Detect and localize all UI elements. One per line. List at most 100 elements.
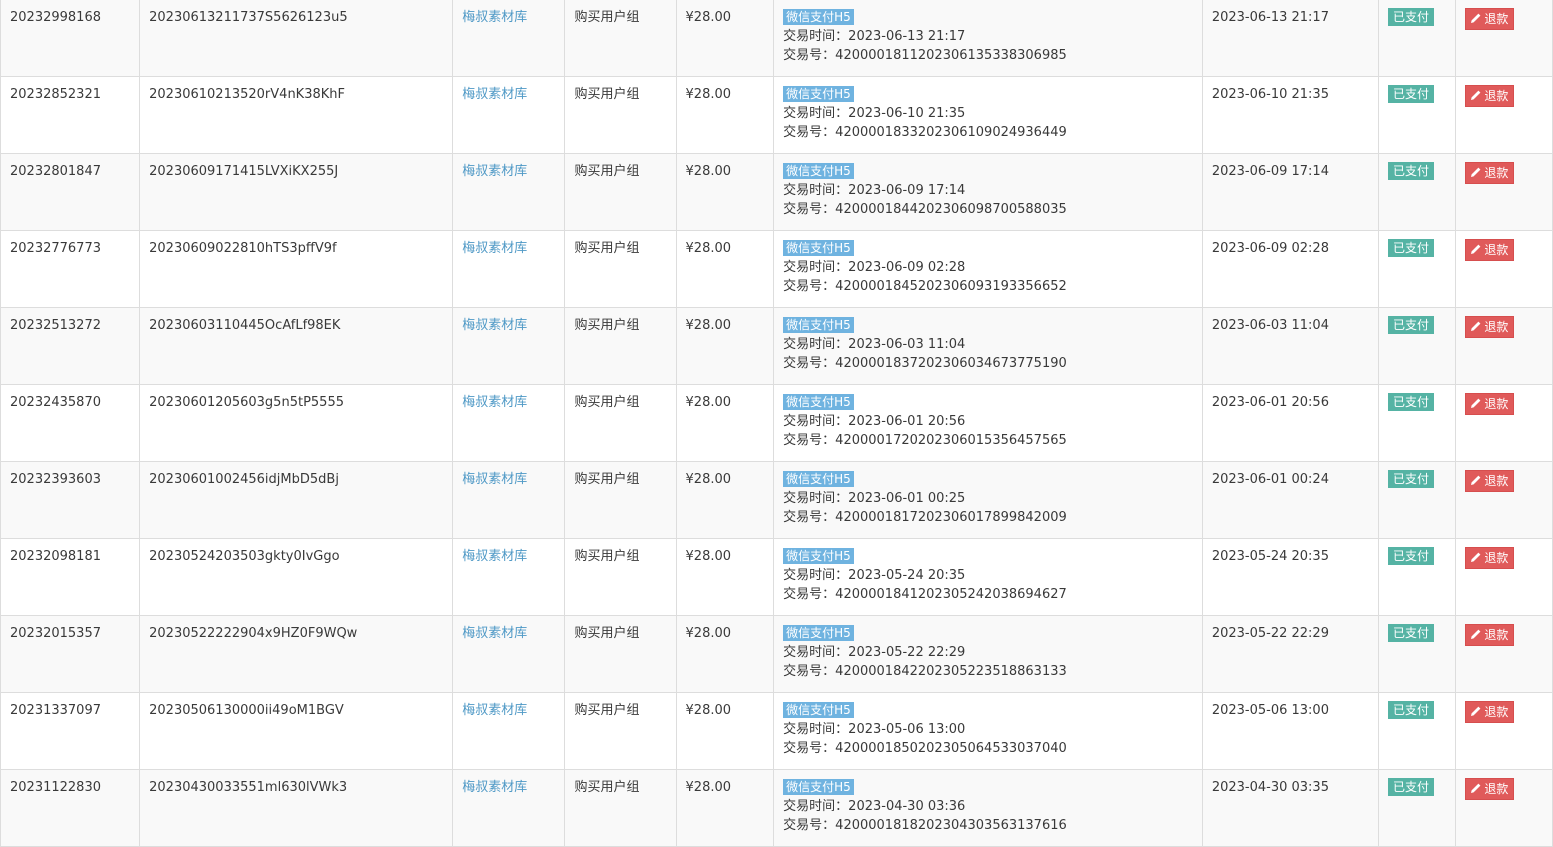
- payment-time-label: 交易时间：: [783, 183, 849, 198]
- order-id-text: 20231122830: [10, 780, 101, 795]
- site-link[interactable]: 梅叔素材库: [462, 703, 527, 718]
- refund-button[interactable]: 退款: [1465, 393, 1515, 415]
- refund-label: 退款: [1484, 551, 1509, 565]
- payment-time-value: 2023-04-30 03:36: [848, 799, 966, 814]
- payment-trade-line: 交易号：4200001842202305223518863133: [783, 662, 1193, 681]
- site-link[interactable]: 梅叔素材库: [462, 164, 527, 179]
- order-id-text: 20232513272: [10, 318, 101, 333]
- payment-trade-label: 交易号：: [783, 279, 836, 294]
- status-cell: 已支付: [1377, 384, 1457, 462]
- payment-trade-label: 交易号：: [783, 510, 836, 525]
- site-link[interactable]: 梅叔素材库: [462, 780, 527, 795]
- payment-time-label: 交易时间：: [783, 799, 849, 814]
- refund-button[interactable]: 退款: [1465, 470, 1515, 492]
- order-number: 20230609022810hTS3pffV9f: [139, 230, 454, 308]
- refund-button[interactable]: 退款: [1465, 547, 1515, 569]
- payment-info: 微信支付H5 交易时间：2023-05-24 20:35 交易号：4200001…: [773, 538, 1203, 616]
- refund-label: 退款: [1484, 782, 1509, 796]
- payment-trade-line: 交易号：4200001833202306109024936449: [783, 123, 1193, 142]
- refund-button[interactable]: 退款: [1465, 85, 1515, 107]
- payment-time-line: 交易时间：2023-05-24 20:35: [783, 566, 1193, 585]
- payment-trade-value: 4200001844202306098700588035: [835, 202, 1067, 217]
- orders-table: 20232998168 20230613211737S5626123u5 梅叔素…: [0, 0, 1553, 847]
- site-cell: 梅叔素材库: [452, 230, 566, 308]
- payment-trade-line: 交易号：4200001720202306015356457565: [783, 431, 1193, 450]
- payment-trade-line: 交易号：4200001841202305242038694627: [783, 585, 1193, 604]
- site-link[interactable]: 梅叔素材库: [462, 87, 527, 102]
- payment-time-value: 2023-06-09 17:14: [848, 183, 966, 198]
- order-date-text: 2023-05-24 20:35: [1211, 549, 1329, 564]
- order-type-text: 购买用户组: [574, 549, 640, 564]
- order-id-text: 20232098181: [10, 549, 101, 564]
- status-cell: 已支付: [1377, 692, 1457, 770]
- payment-time-value: 2023-06-09 02:28: [848, 260, 966, 275]
- order-number-text: 20230430033551ml630lVWk3: [149, 780, 348, 795]
- payment-time-line: 交易时间：2023-06-01 00:25: [783, 489, 1193, 508]
- site-cell: 梅叔素材库: [452, 692, 566, 770]
- order-id: 20232998168: [0, 0, 141, 77]
- refund-button[interactable]: 退款: [1465, 316, 1515, 338]
- payment-info: 微信支付H5 交易时间：2023-06-13 21:17 交易号：4200001…: [773, 0, 1203, 77]
- order-type-text: 购买用户组: [574, 780, 640, 795]
- order-id: 20231122830: [0, 769, 141, 847]
- payment-time-value: 2023-06-01 00:25: [848, 491, 966, 506]
- payment-trade-value: 4200001720202306015356457565: [835, 433, 1067, 448]
- refund-label: 退款: [1484, 474, 1509, 488]
- site-link[interactable]: 梅叔素材库: [462, 241, 527, 256]
- table-row: 20232435870 20230601205603g5n5tP5555 梅叔素…: [0, 384, 1553, 462]
- order-number: 20230613211737S5626123u5: [139, 0, 454, 77]
- order-date: 2023-06-01 20:56: [1201, 384, 1380, 462]
- payment-info: 微信支付H5 交易时间：2023-06-09 02:28 交易号：4200001…: [773, 230, 1203, 308]
- order-amount: ¥28.00: [675, 0, 775, 77]
- site-link[interactable]: 梅叔素材库: [462, 626, 527, 641]
- payment-trade-line: 交易号：4200001850202305064533037040: [783, 739, 1193, 758]
- status-badge: 已支付: [1388, 316, 1435, 334]
- order-type: 购买用户组: [564, 538, 677, 616]
- site-link[interactable]: 梅叔素材库: [462, 472, 527, 487]
- site-link[interactable]: 梅叔素材库: [462, 395, 527, 410]
- order-id-text: 20232015357: [10, 626, 101, 641]
- payment-trade-label: 交易号：: [783, 664, 836, 679]
- order-id: 20232098181: [0, 538, 141, 616]
- status-cell: 已支付: [1377, 461, 1457, 539]
- payment-info: 微信支付H5 交易时间：2023-06-03 11:04 交易号：4200001…: [773, 307, 1203, 385]
- payment-time-line: 交易时间：2023-06-09 17:14: [783, 181, 1193, 200]
- payment-time-line: 交易时间：2023-06-10 21:35: [783, 104, 1193, 123]
- site-cell: 梅叔素材库: [452, 153, 566, 231]
- refund-label: 退款: [1484, 166, 1509, 180]
- payment-info: 微信支付H5 交易时间：2023-05-06 13:00 交易号：4200001…: [773, 692, 1203, 770]
- payment-time-line: 交易时间：2023-06-03 11:04: [783, 335, 1193, 354]
- status-cell: 已支付: [1377, 230, 1457, 308]
- payment-trade-value: 4200001817202306017899842009: [835, 510, 1067, 525]
- order-type: 购买用户组: [564, 615, 677, 693]
- status-cell: 已支付: [1377, 153, 1457, 231]
- site-link[interactable]: 梅叔素材库: [462, 549, 527, 564]
- order-id: 20232393603: [0, 461, 141, 539]
- refund-label: 退款: [1484, 397, 1509, 411]
- payment-method-badge: 微信支付H5: [783, 625, 854, 641]
- order-id-text: 20232435870: [10, 395, 101, 410]
- site-link[interactable]: 梅叔素材库: [462, 10, 527, 25]
- table-row: 20232015357 20230522222904x9HZ0F9WQw 梅叔素…: [0, 615, 1553, 693]
- order-id: 20232801847: [0, 153, 141, 231]
- order-amount-text: ¥28.00: [685, 626, 732, 641]
- order-amount: ¥28.00: [675, 153, 775, 231]
- payment-time-value: 2023-05-22 22:29: [848, 645, 966, 660]
- site-cell: 梅叔素材库: [452, 307, 566, 385]
- refund-button[interactable]: 退款: [1465, 8, 1515, 30]
- site-link[interactable]: 梅叔素材库: [462, 318, 527, 333]
- refund-button[interactable]: 退款: [1465, 701, 1515, 723]
- payment-trade-line: 交易号：4200001845202306093193356652: [783, 277, 1193, 296]
- table-row: 20232801847 20230609171415LVXiKX255J 梅叔素…: [0, 153, 1553, 231]
- order-date: 2023-06-10 21:35: [1201, 76, 1380, 154]
- order-amount-text: ¥28.00: [685, 549, 732, 564]
- refund-button[interactable]: 退款: [1465, 778, 1515, 800]
- site-cell: 梅叔素材库: [452, 615, 566, 693]
- refund-button[interactable]: 退款: [1465, 162, 1515, 184]
- orders-table-body: 20232998168 20230613211737S5626123u5 梅叔素…: [0, 0, 1553, 847]
- order-number-text: 20230601002456idjMbD5dBj: [149, 472, 339, 487]
- refund-button[interactable]: 退款: [1465, 624, 1515, 646]
- table-row: 20232393603 20230601002456idjMbD5dBj 梅叔素…: [0, 461, 1553, 539]
- refund-button[interactable]: 退款: [1465, 239, 1515, 261]
- order-date: 2023-06-01 00:24: [1201, 461, 1380, 539]
